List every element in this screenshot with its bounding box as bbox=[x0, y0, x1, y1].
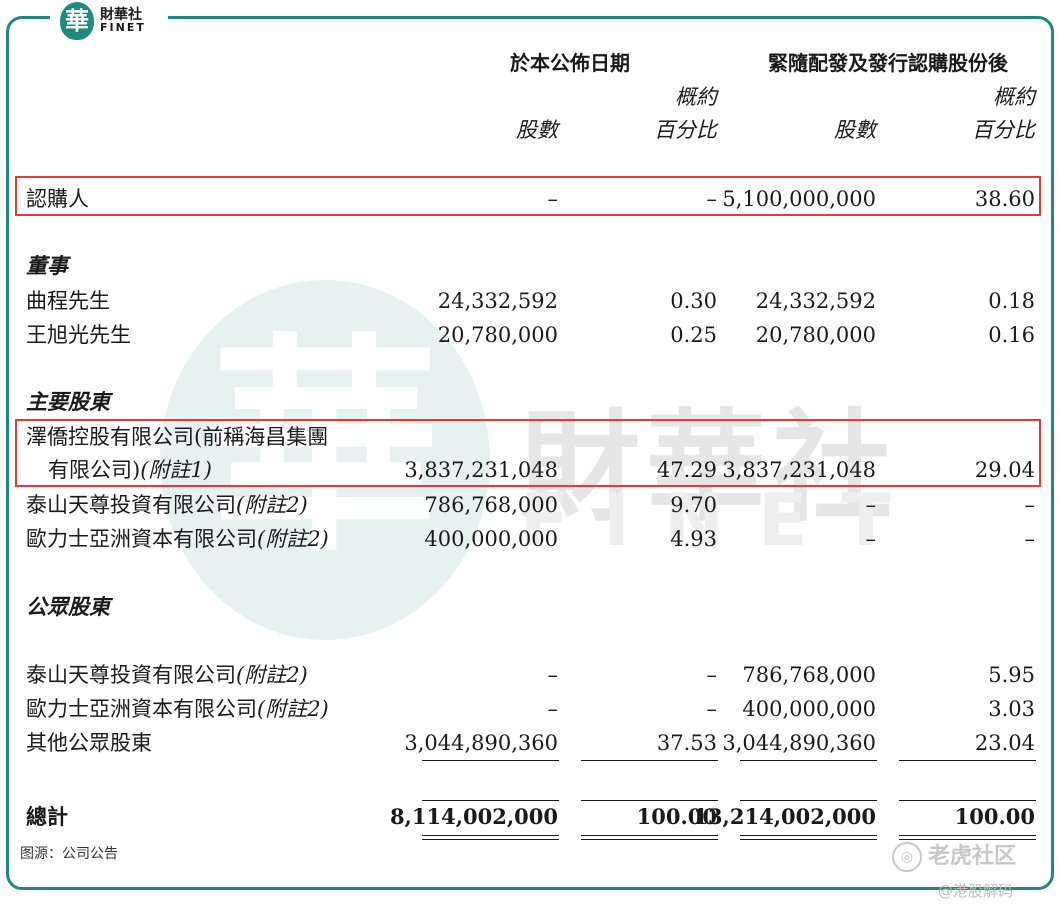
director-cur-shares: 24,332,592 bbox=[437, 289, 558, 313]
total-after-shares: 13,214,002,000 bbox=[693, 804, 876, 829]
subscriber-cur-shares: – bbox=[547, 187, 559, 211]
tiger-logo-icon: ◎ bbox=[892, 842, 922, 872]
header-after: 緊隨配發及發行認購股份後 bbox=[768, 51, 1008, 75]
source-caption: 图源：公司公告 bbox=[20, 846, 118, 862]
director-after-pct: 0.18 bbox=[988, 289, 1035, 313]
rule-top bbox=[581, 800, 718, 801]
header-shares-after: 股數 bbox=[834, 118, 876, 142]
major-note: (附註2) bbox=[257, 527, 329, 551]
header-pct-line2-after: 百分比 bbox=[972, 118, 1035, 142]
rule-single bbox=[899, 760, 1036, 761]
director-after-shares: 24,332,592 bbox=[755, 289, 876, 313]
public-after-shares: 3,044,890,360 bbox=[722, 731, 876, 755]
total-label: 總計 bbox=[26, 804, 68, 829]
rule-top bbox=[740, 800, 877, 801]
major-after-pct: – bbox=[1024, 527, 1036, 551]
rule-double bbox=[581, 835, 718, 840]
major-after-shares: – bbox=[865, 493, 877, 517]
public-note: (附註2) bbox=[257, 697, 329, 721]
director-after-shares: 20,780,000 bbox=[755, 323, 876, 347]
major-after-pct: – bbox=[1024, 493, 1036, 517]
section-public-shareholders: 公眾股東 bbox=[26, 594, 110, 619]
subscriber-after-shares: 5,100,000,000 bbox=[722, 187, 876, 211]
section-directors: 董事 bbox=[26, 253, 68, 278]
major-cur-shares: 786,768,000 bbox=[424, 493, 558, 517]
public-after-shares: 400,000,000 bbox=[742, 697, 876, 721]
tiger-watermark-text: 老虎社区 bbox=[928, 844, 1017, 869]
public-name: 歐力士亞洲資本有限公司(附註2) bbox=[26, 696, 329, 722]
director-name: 曲程先生 bbox=[26, 289, 110, 313]
major-after-shares: 3,837,231,048 bbox=[722, 458, 876, 482]
public-name-text: 歐力士亞洲資本有限公司 bbox=[26, 697, 257, 721]
public-after-pct: 23.04 bbox=[974, 731, 1035, 755]
public-after-shares: 786,768,000 bbox=[742, 663, 876, 687]
tiger-watermark: ◎ 老虎社区 bbox=[892, 838, 1016, 872]
major-note: (附註2) bbox=[236, 493, 308, 517]
major-after-pct: 29.04 bbox=[974, 458, 1035, 482]
major-name: 泰山天尊投資有限公司(附註2) bbox=[26, 492, 308, 518]
header-pct-line2: 百分比 bbox=[654, 118, 717, 142]
public-cur-shares: – bbox=[547, 697, 559, 721]
rule-double bbox=[422, 835, 559, 840]
public-name-text: 泰山天尊投資有限公司 bbox=[26, 663, 236, 687]
finet-logo-icon: 華 bbox=[60, 2, 94, 40]
rule-top bbox=[899, 800, 1036, 801]
major-note: (附註1) bbox=[140, 458, 212, 482]
major-name-line1: 澤僑控股有限公司(前稱海昌集團 bbox=[26, 425, 329, 449]
major-cur-shares: 400,000,000 bbox=[424, 527, 558, 551]
major-name-line2-text: 有限公司) bbox=[48, 458, 141, 482]
rule-single bbox=[740, 760, 877, 761]
major-name-text: 泰山天尊投資有限公司 bbox=[26, 493, 236, 517]
public-cur-shares: 3,044,890,360 bbox=[404, 731, 558, 755]
section-major-shareholders: 主要股東 bbox=[26, 389, 110, 414]
major-name: 歐力士亞洲資本有限公司(附註2) bbox=[26, 526, 329, 552]
finet-logo: 華 財華社 FINET bbox=[50, 0, 168, 42]
rule-single bbox=[422, 760, 559, 761]
public-note: (附註2) bbox=[236, 663, 308, 687]
major-name-line2: 有限公司)(附註1) bbox=[48, 457, 212, 483]
director-after-pct: 0.16 bbox=[988, 323, 1035, 347]
subscriber-after-pct: 38.60 bbox=[974, 187, 1035, 211]
major-after-shares: – bbox=[865, 527, 877, 551]
logo-name-en: FINET bbox=[100, 21, 146, 34]
subscriber-label: 認購人 bbox=[26, 187, 89, 211]
rule-single bbox=[581, 760, 718, 761]
public-cur-shares: – bbox=[547, 663, 559, 687]
total-cur-shares: 8,114,002,000 bbox=[389, 804, 558, 829]
director-name: 王旭光先生 bbox=[26, 323, 131, 347]
public-name: 其他公眾股東 bbox=[26, 731, 152, 755]
header-pct-line1: 概約 bbox=[675, 85, 717, 109]
header-shares: 股數 bbox=[516, 118, 558, 142]
public-after-pct: 3.03 bbox=[988, 697, 1035, 721]
header-current: 於本公佈日期 bbox=[510, 51, 630, 75]
major-name-text: 歐力士亞洲資本有限公司 bbox=[26, 527, 257, 551]
rule-top bbox=[422, 800, 559, 801]
handle-watermark: @港股解码 bbox=[938, 882, 1014, 900]
header-pct-line1-after: 概約 bbox=[993, 85, 1035, 109]
director-cur-shares: 20,780,000 bbox=[437, 323, 558, 347]
public-name: 泰山天尊投資有限公司(附註2) bbox=[26, 662, 308, 688]
rule-double bbox=[740, 835, 877, 840]
public-after-pct: 5.95 bbox=[988, 663, 1035, 687]
total-after-pct: 100.00 bbox=[954, 804, 1035, 829]
major-cur-shares: 3,837,231,048 bbox=[404, 458, 558, 482]
